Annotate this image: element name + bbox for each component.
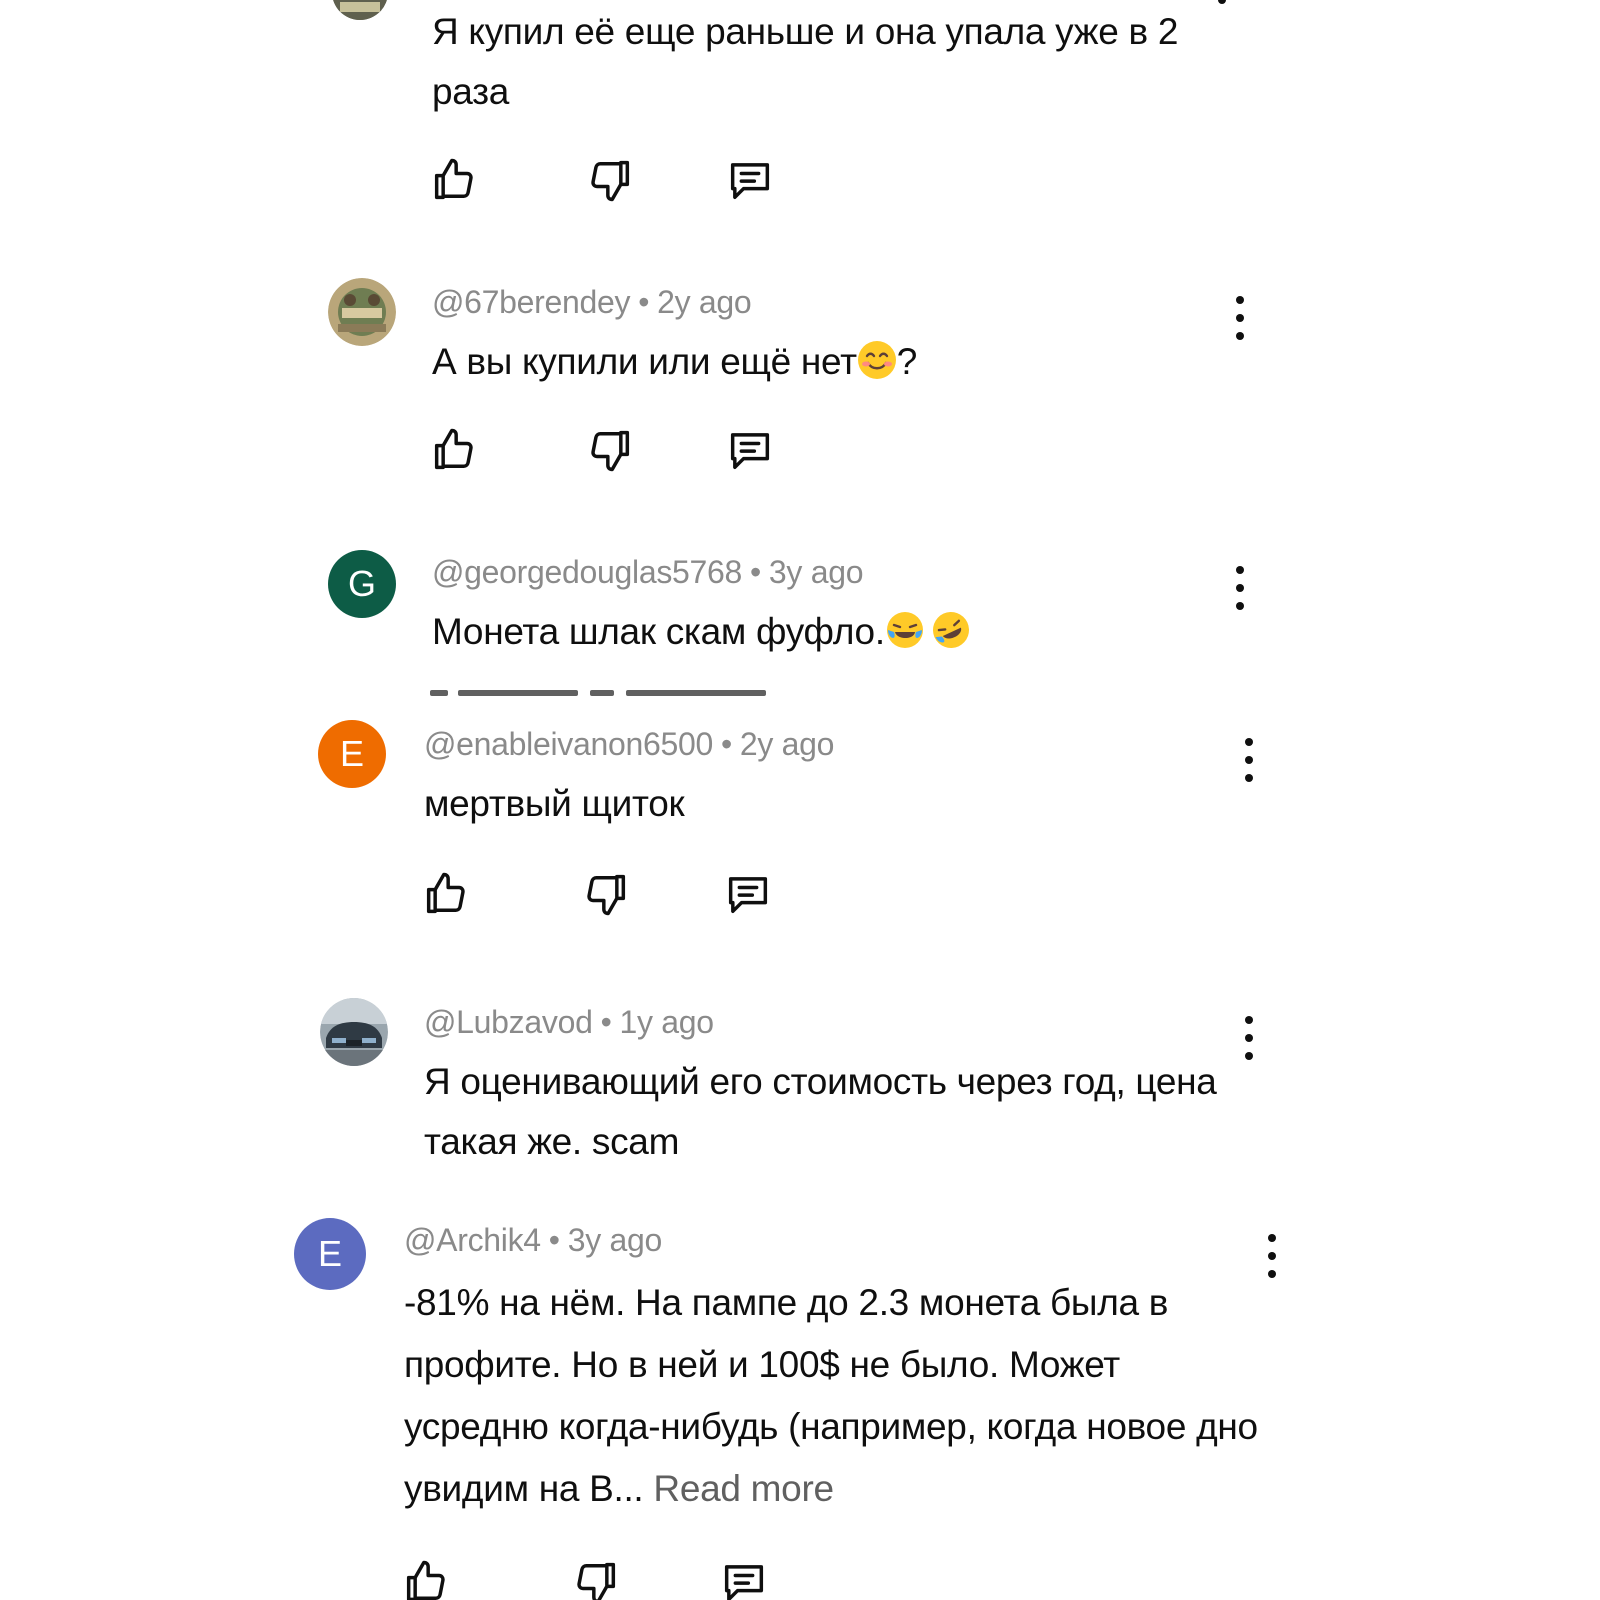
rolling-on-floor-laughing-emoji (932, 612, 969, 648)
comment-time: 3y ago (768, 554, 864, 590)
avatar[interactable]: E (318, 720, 386, 788)
like-icon[interactable] (428, 154, 480, 206)
like-icon[interactable] (428, 424, 480, 476)
avatar[interactable] (332, 0, 388, 20)
reply-icon[interactable] (724, 424, 776, 476)
comment-text: -81% на нём. На пампе до 2.3 монета была… (404, 1272, 1264, 1520)
more-options-icon[interactable] (1230, 296, 1250, 340)
meta-separator: • (720, 726, 732, 762)
comment-meta: @67berendey • 2y ago (432, 284, 752, 321)
dislike-icon[interactable] (584, 154, 636, 206)
more-options-icon[interactable] (1230, 566, 1250, 610)
comment-time: 3y ago (567, 1222, 663, 1258)
avatar-letter: G (347, 563, 376, 604)
tears-of-joy-emoji (886, 612, 923, 648)
author-handle[interactable]: @enableivanon6500 (424, 726, 713, 762)
comment-meta: @georgedouglas5768 • 3y ago (432, 554, 864, 591)
avatar[interactable] (320, 998, 388, 1066)
comment-meta: @Archik4 • 3y ago (404, 1222, 662, 1259)
comment-time: 2y ago (657, 284, 752, 320)
comment-text: мертвый щиток (424, 783, 685, 824)
comment-time: 1y ago (619, 1004, 714, 1040)
comment-text-suffix: ? (896, 341, 918, 382)
reply-icon[interactable] (718, 1556, 770, 1600)
author-handle[interactable]: @Archik4 (404, 1222, 541, 1258)
translate-link-cropped (430, 690, 790, 706)
smiling-face-emoji (857, 341, 896, 379)
like-icon[interactable] (420, 868, 472, 920)
avatar[interactable]: G (328, 550, 396, 618)
comment-text-body: А вы купили или ещё нет (432, 341, 857, 382)
meta-separator: • (548, 1222, 560, 1258)
author-handle[interactable]: @67berendey (432, 284, 631, 320)
comment-text: Монета шлак скам фуфло. (432, 602, 1232, 662)
comment-meta: @Lubzavod • 1y ago (424, 1004, 714, 1041)
comments-screen: Я купил её еще раньше и она упала уже в … (0, 0, 1600, 1600)
comment-text: А вы купили или ещё нет? (432, 332, 1232, 392)
reply-icon[interactable] (722, 868, 774, 920)
avatar[interactable] (328, 278, 396, 346)
more-options-icon[interactable] (1239, 1016, 1259, 1060)
meta-separator: • (638, 284, 650, 320)
more-options-icon[interactable] (1262, 1234, 1282, 1278)
dislike-icon[interactable] (570, 1556, 622, 1600)
comment-meta: @enableivanon6500 • 2y ago (424, 726, 834, 763)
comment-text: Я оценивающий его стоимость через год, ц… (424, 1061, 1217, 1162)
meta-separator: • (750, 554, 761, 590)
like-icon[interactable] (400, 1556, 452, 1600)
comment-time: 2y ago (739, 726, 835, 762)
more-options-icon[interactable] (1239, 738, 1259, 782)
dislike-icon[interactable] (580, 868, 632, 920)
author-handle[interactable]: @Lubzavod (424, 1004, 593, 1040)
comment-text-body: Монета шлак скам фуфло. (432, 611, 885, 652)
meta-separator: • (600, 1004, 612, 1040)
comment-text: Я купил её еще раньше и она упала уже в … (432, 11, 1179, 112)
dislike-icon[interactable] (584, 424, 636, 476)
avatar-letter: E (339, 733, 364, 774)
avatar-letter: E (317, 1233, 342, 1274)
avatar[interactable]: E (294, 1218, 366, 1290)
reply-icon[interactable] (724, 154, 776, 206)
read-more-link[interactable]: Read more (653, 1468, 834, 1509)
author-handle[interactable]: @georgedouglas5768 (432, 554, 742, 590)
